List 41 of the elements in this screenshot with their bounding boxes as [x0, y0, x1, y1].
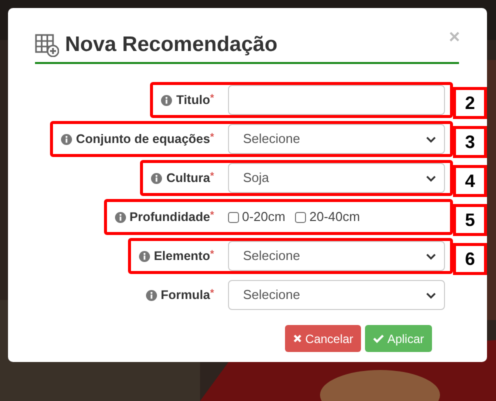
- annotation-number: 5: [453, 204, 487, 236]
- checkbox-label[interactable]: 0-20cm: [242, 207, 286, 227]
- info-icon: [61, 134, 72, 144]
- checkbox[interactable]: [295, 212, 306, 222]
- annotation-number: 4: [453, 165, 487, 197]
- cancel-button[interactable]: Cancelar: [285, 325, 362, 352]
- info-icon: [161, 94, 172, 106]
- annotation-number: 3: [453, 126, 487, 158]
- field-label: Formula: [160, 286, 210, 304]
- field-label: Profundidade: [130, 208, 210, 226]
- select-field[interactable]: Soja: [228, 163, 445, 193]
- field-label: Cultura: [166, 170, 210, 187]
- check-icon: [373, 334, 384, 343]
- info-icon: [151, 172, 162, 184]
- close-icon: [293, 334, 302, 343]
- field-label: Conjunto de equações: [76, 130, 210, 148]
- title-input[interactable]: [228, 85, 445, 115]
- required-mark: *: [210, 208, 214, 223]
- annotation-number: 2: [453, 87, 487, 119]
- required-mark: *: [210, 170, 214, 182]
- field-label: Elemento: [154, 248, 210, 265]
- chevron-down-icon: [426, 136, 436, 142]
- dialog-title: Nova Recomendação: [65, 32, 278, 58]
- required-mark: *: [210, 248, 214, 262]
- checkbox[interactable]: [228, 212, 239, 222]
- chevron-down-icon: [426, 252, 436, 260]
- checkbox-label[interactable]: 20-40cm: [309, 207, 360, 227]
- required-mark: *: [210, 92, 214, 106]
- info-icon: [146, 290, 157, 300]
- annotation-number: 6: [453, 243, 487, 275]
- required-mark: *: [210, 130, 214, 145]
- select-field[interactable]: Selecione: [228, 241, 445, 271]
- field-label: Titulo: [176, 92, 210, 109]
- chevron-down-icon: [426, 174, 436, 182]
- required-mark: *: [210, 286, 214, 299]
- table-add-icon: [35, 33, 59, 57]
- select-field[interactable]: Selecione: [228, 124, 445, 154]
- select-field[interactable]: Selecione: [228, 280, 445, 310]
- info-icon: [138, 250, 150, 262]
- chevron-down-icon: [426, 292, 436, 298]
- info-icon: [114, 212, 126, 222]
